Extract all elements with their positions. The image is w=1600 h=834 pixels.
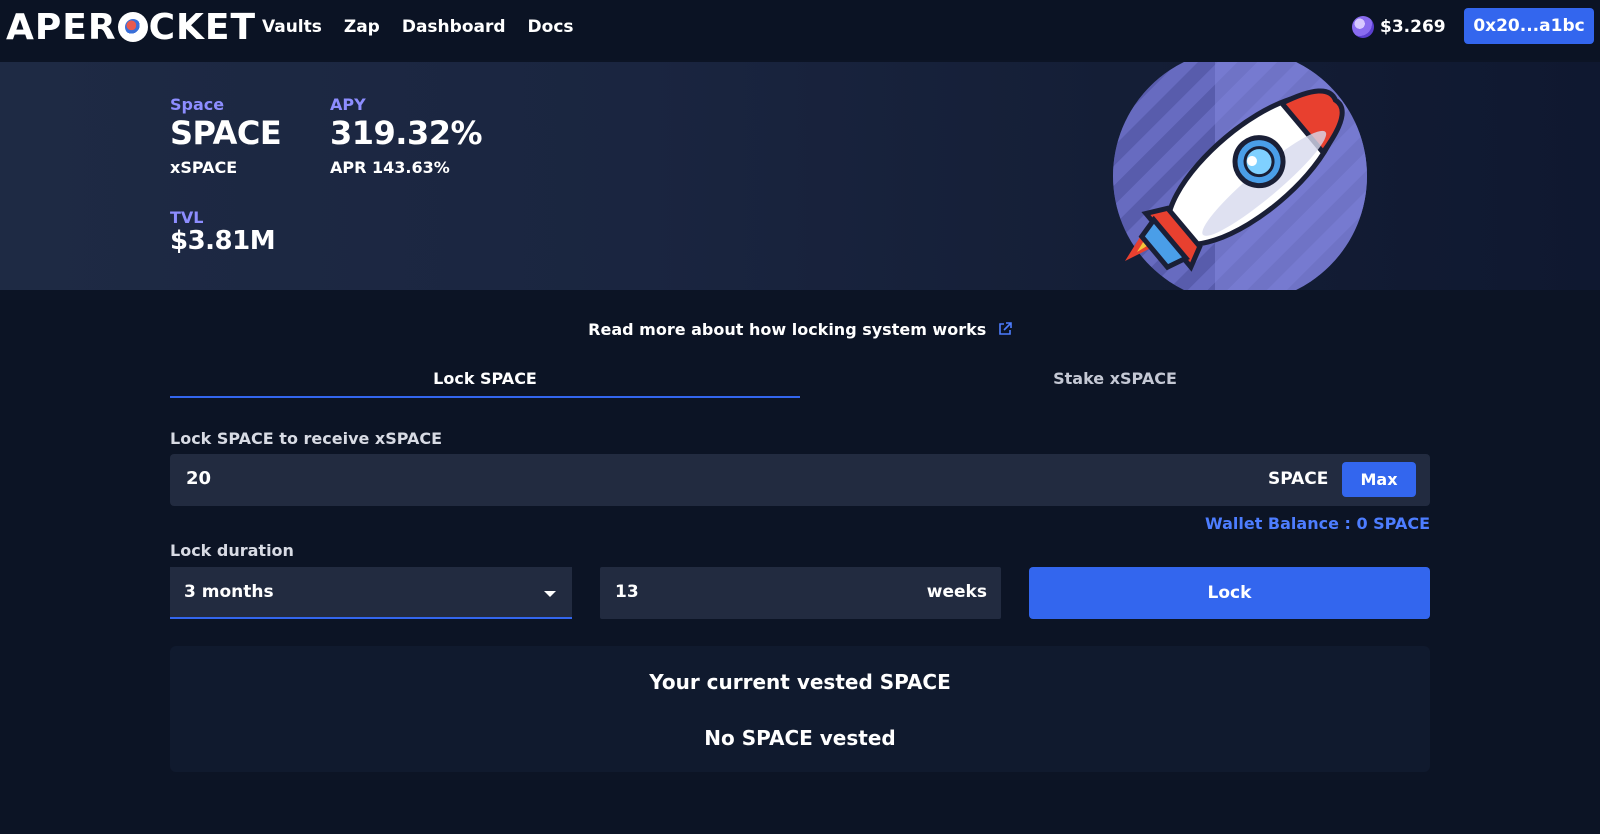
lock-stake-tabs: Lock SPACE Stake xSPACE [170, 366, 1430, 398]
top-navbar: APER CKET Vaults Zap Dashboard Docs $3.2… [0, 0, 1600, 60]
amount-unit: SPACE [1268, 469, 1329, 489]
space-token-icon [1352, 16, 1374, 38]
wallet-balance: Wallet Balance : 0 SPACE [1205, 514, 1430, 533]
token-symbol: SPACE [170, 114, 282, 152]
nav-zap[interactable]: Zap [344, 17, 380, 37]
lock-duration-value: 3 months [184, 582, 274, 602]
nav-docs[interactable]: Docs [528, 17, 574, 37]
tvl-value: $3.81M [170, 226, 276, 256]
logo-text-left: APER [6, 6, 117, 48]
lock-weeks-input[interactable] [613, 581, 917, 603]
vested-space-card: Your current vested SPACE No SPACE veste… [170, 646, 1430, 772]
apy-value: 319.32% [330, 114, 483, 152]
tvl-label: TVL [170, 208, 204, 227]
lock-amount-input[interactable] [184, 467, 1088, 490]
tab-lock-space[interactable]: Lock SPACE [170, 366, 800, 398]
weeks-unit: weeks [926, 582, 987, 602]
nav-vaults[interactable]: Vaults [262, 17, 322, 37]
nav-dashboard[interactable]: Dashboard [402, 17, 506, 37]
token-price: $3.269 [1380, 17, 1446, 37]
apr-value: APR 143.63% [330, 158, 450, 177]
vault-hero-banner: Space SPACE xSPACE APY 319.32% APR 143.6… [0, 62, 1600, 290]
readmore-link[interactable]: Read more about how locking system works [0, 320, 1600, 339]
apy-label: APY [330, 95, 366, 114]
tab-stake-xspace[interactable]: Stake xSPACE [800, 366, 1430, 398]
lock-amount-label: Lock SPACE to receive xSPACE [170, 429, 443, 448]
lock-duration-label: Lock duration [170, 541, 294, 560]
logo-o-icon [117, 12, 148, 42]
lock-duration-select[interactable]: 3 months [170, 567, 572, 619]
vested-empty-message: No SPACE vested [704, 726, 896, 750]
receipt-token-symbol: xSPACE [170, 158, 238, 177]
token-price-display: $3.269 [1352, 16, 1446, 38]
external-link-icon[interactable] [998, 320, 1012, 339]
vested-title: Your current vested SPACE [649, 670, 951, 694]
wallet-address-button[interactable]: 0x20...a1bc [1464, 8, 1594, 44]
rocket-illustration [1105, 62, 1385, 290]
token-name-label: Space [170, 95, 225, 114]
readmore-text[interactable]: Read more about how locking system works [588, 320, 986, 339]
main-nav: Vaults Zap Dashboard Docs [262, 17, 574, 37]
chevron-down-icon [544, 591, 556, 597]
lock-amount-field[interactable]: SPACE Max [170, 454, 1430, 506]
aperocket-logo[interactable]: APER CKET [6, 6, 257, 48]
lock-weeks-field[interactable]: weeks [600, 567, 1001, 619]
max-button[interactable]: Max [1342, 462, 1416, 497]
logo-text-right: CKET [148, 6, 257, 48]
lock-button[interactable]: Lock [1029, 567, 1430, 619]
